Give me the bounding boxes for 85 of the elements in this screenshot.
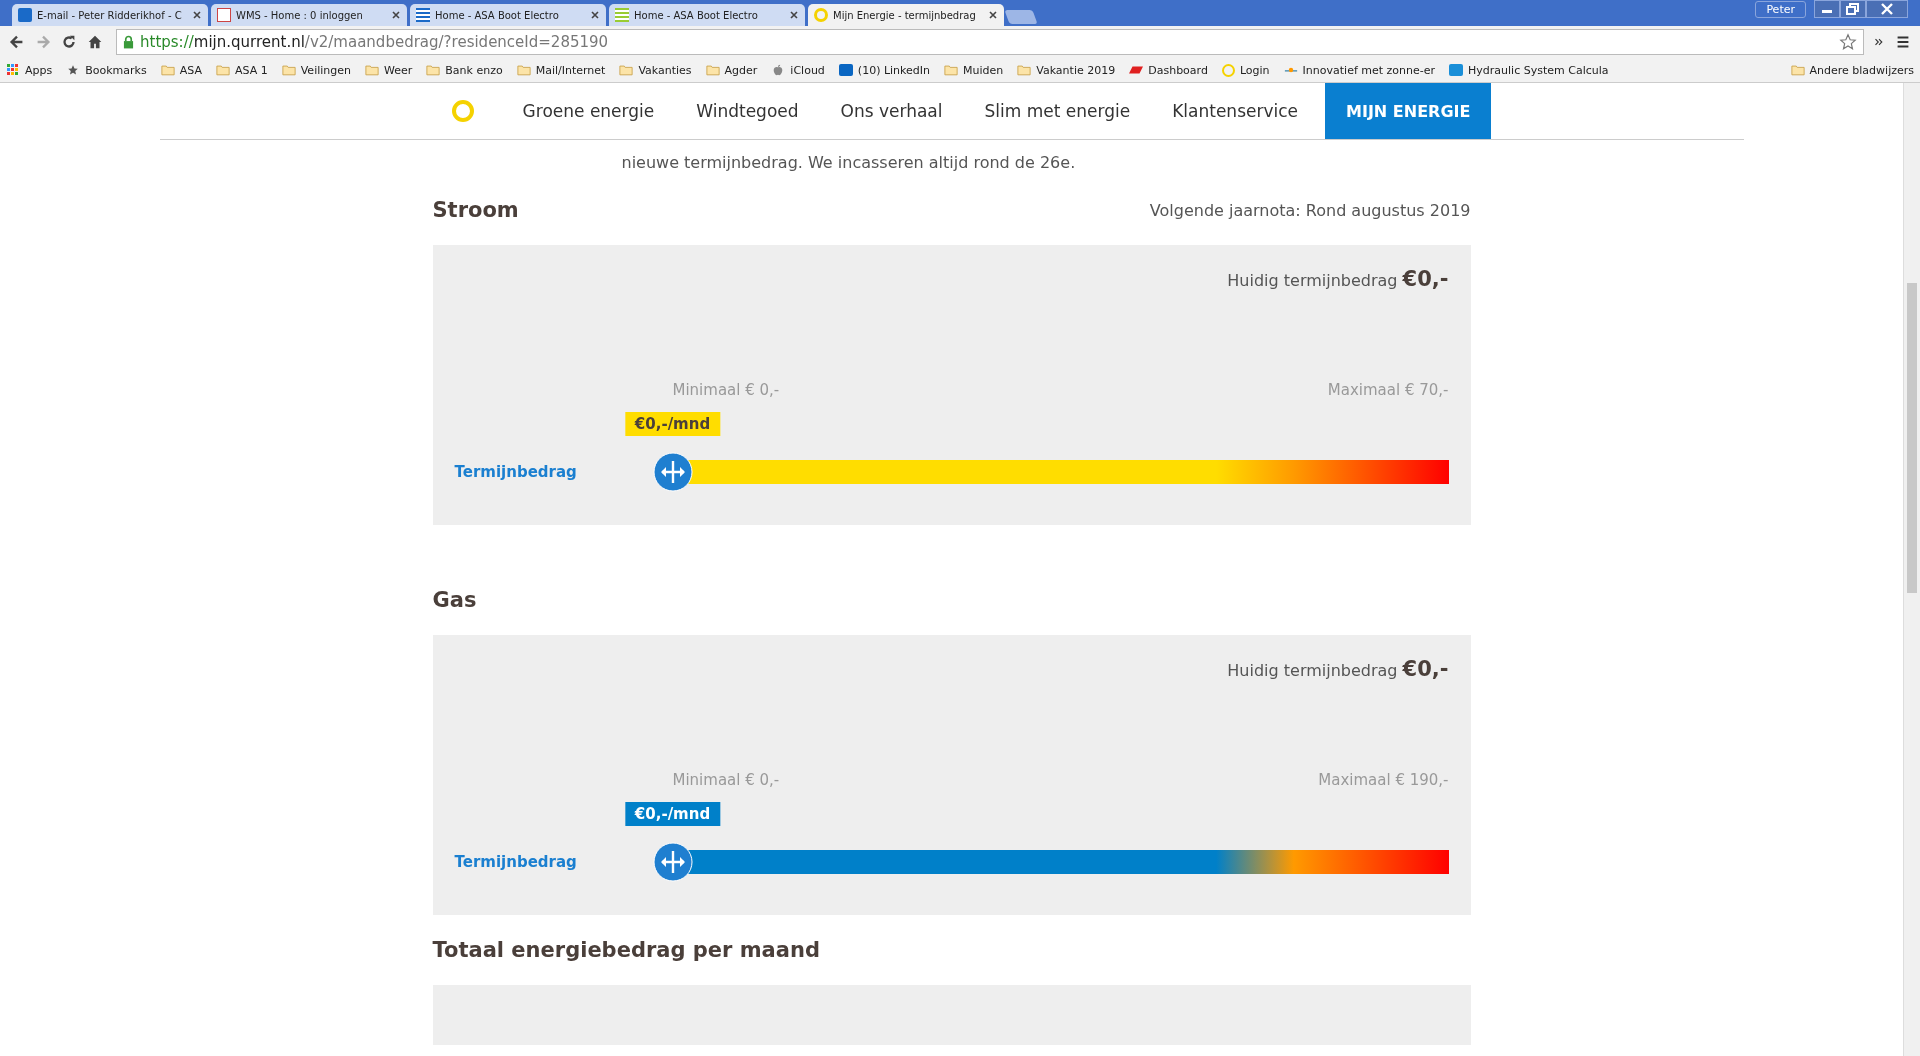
bookmark[interactable]: Agder xyxy=(705,63,758,77)
min-label: Minimaal € 0,- xyxy=(672,381,780,399)
bookmark[interactable]: iCloud xyxy=(771,63,825,77)
bookmark[interactable]: Vakanties xyxy=(619,63,692,77)
tab-title: Home - ASA Boot Electro xyxy=(435,9,560,21)
nav-link[interactable]: MIJN ENERGIE xyxy=(1325,83,1492,139)
bookmark[interactable]: Vakantie 2019 xyxy=(1017,63,1116,77)
bookmark[interactable]: Muiden xyxy=(944,63,1004,77)
document-icon xyxy=(217,8,231,22)
tab-title: E-mail - Peter Ridderikhof - C xyxy=(37,9,183,21)
slider-label: Termijnbedrag xyxy=(454,463,577,481)
bookmark[interactable]: Login xyxy=(1221,63,1270,77)
lock-icon xyxy=(123,35,134,49)
next-bill-note: Volgende jaarnota: Rond augustus 2019 xyxy=(1149,200,1471,220)
browser-tab[interactable]: E-mail - Peter Ridderikhof - C xyxy=(12,4,208,26)
bookmark[interactable]: Veilingen xyxy=(281,63,351,77)
min-label: Minimaal € 0,- xyxy=(672,771,780,789)
reload-icon[interactable] xyxy=(60,33,78,51)
max-label: Maximaal € 190,- xyxy=(1318,771,1449,789)
slider-handle[interactable] xyxy=(652,842,693,882)
bookmark[interactable]: Weer xyxy=(365,63,413,77)
amount-bubble: €0,-/mnd xyxy=(624,412,721,436)
section-title: Totaal energiebedrag per maand xyxy=(432,938,820,962)
section-title: Gas xyxy=(432,588,477,612)
nav-link[interactable]: Ons verhaal xyxy=(819,83,964,139)
close-icon[interactable] xyxy=(789,10,799,20)
bookmark[interactable]: Bookmarks xyxy=(66,63,147,77)
nav-link[interactable]: Slim met energie xyxy=(963,83,1152,139)
home-icon[interactable] xyxy=(86,33,104,51)
max-label: Maximaal € 70,- xyxy=(1327,381,1449,399)
close-icon[interactable] xyxy=(988,10,998,20)
bookmark[interactable]: Andere bladwijzers xyxy=(1790,63,1914,77)
bookmark[interactable]: (10) LinkedIn xyxy=(838,63,931,77)
close-icon[interactable] xyxy=(590,10,600,20)
folder-icon xyxy=(281,64,296,76)
folder-icon xyxy=(160,64,175,76)
restore-icon[interactable] xyxy=(1840,0,1866,18)
tab-title: WMS - Home : 0 inloggen xyxy=(236,9,364,21)
bookmark[interactable]: Apps xyxy=(6,63,53,77)
folder-icon xyxy=(944,64,959,76)
profile-button[interactable]: Peter xyxy=(1755,1,1806,18)
stripes-icon xyxy=(416,8,430,22)
amount-bubble: €0,-/mnd xyxy=(624,802,721,826)
current-amount: Huidig termijnbedrag €0,- xyxy=(1227,267,1449,293)
folder-icon xyxy=(426,64,441,76)
grid-icon xyxy=(6,64,20,76)
ring-icon xyxy=(1221,63,1235,77)
address-field[interactable]: https://mijn.qurrent.nl/v2/maandbedrag/?residenceId=285190 xyxy=(116,29,1864,55)
nav-link[interactable]: Groene energie xyxy=(501,83,676,139)
bookmark[interactable]: Innovatief met zonne-er xyxy=(1283,63,1436,77)
tab-title: Mijn Energie - termijnbedrag xyxy=(833,9,977,21)
folder-icon xyxy=(365,64,379,76)
folder-icon xyxy=(1017,64,1032,76)
parallelogram-icon xyxy=(1129,64,1144,76)
browser-tab[interactable]: Home - ASA Boot Electro xyxy=(609,4,805,26)
bookmark[interactable]: Bank enzo xyxy=(426,63,503,77)
bookmark[interactable]: Dashboard xyxy=(1129,63,1208,77)
folder-icon xyxy=(215,64,230,76)
bookmark[interactable]: Mail/Internet xyxy=(516,63,606,77)
slider-label: Termijnbedrag xyxy=(454,853,577,871)
intro-text: nieuwe termijnbedrag. We incasseren altijd rond de 26e. xyxy=(621,152,1077,174)
folder-icon xyxy=(619,64,634,76)
browser-tab[interactable]: Mijn Energie - termijnbedrag xyxy=(808,4,1004,26)
close-icon[interactable] xyxy=(1866,0,1908,18)
minimize-icon[interactable] xyxy=(1814,0,1840,18)
nav-link[interactable]: Klantenservice xyxy=(1151,83,1320,139)
slider-handle[interactable] xyxy=(652,452,693,492)
folder-icon xyxy=(1790,64,1805,76)
tab-title: Home - ASA Boot Electro xyxy=(634,9,759,21)
scrollbar[interactable] xyxy=(1903,83,1920,1056)
current-amount: Huidig termijnbedrag €0,- xyxy=(1227,657,1449,683)
browser-tab[interactable]: WMS - Home : 0 inloggen xyxy=(211,4,407,26)
ring-icon xyxy=(814,8,828,22)
bookmark[interactable]: Hydraulic System Calcula xyxy=(1449,63,1609,77)
browser-tab[interactable]: Home - ASA Boot Electro xyxy=(410,4,606,26)
folder-icon xyxy=(516,64,531,76)
nav-link[interactable]: Windtegoed xyxy=(675,83,820,139)
bookmark[interactable]: ASA xyxy=(160,63,202,77)
star-icon[interactable] xyxy=(1839,33,1857,51)
close-icon[interactable] xyxy=(192,10,202,20)
section-title: Stroom xyxy=(432,198,519,222)
bookmark[interactable]: ASA 1 xyxy=(215,63,268,77)
close-icon[interactable] xyxy=(391,10,401,20)
stripes-icon xyxy=(615,8,629,22)
folder-icon xyxy=(705,64,720,76)
